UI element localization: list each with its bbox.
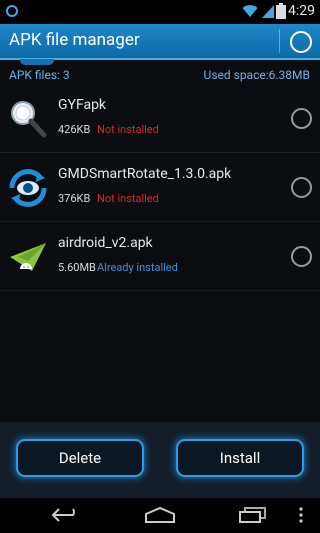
menu-tab[interactable] xyxy=(20,59,54,65)
signal-icon xyxy=(262,5,274,18)
battery-icon xyxy=(276,3,286,19)
wifi-icon xyxy=(242,5,258,18)
magnifier-icon xyxy=(11,101,47,138)
overflow-menu-icon[interactable] xyxy=(298,506,304,524)
delete-button[interactable]: Delete xyxy=(16,439,144,477)
title-bar: APK file manager xyxy=(0,24,320,60)
apk-count: APK files: 3 xyxy=(9,68,70,82)
clock: 4:29 xyxy=(288,3,315,19)
list-item[interactable]: airdroid_v2.apk 5.60MB Already installed xyxy=(0,222,320,291)
select-checkbox[interactable] xyxy=(291,246,312,267)
file-name: airdroid_v2.apk xyxy=(58,235,153,251)
back-icon[interactable] xyxy=(51,506,81,524)
list-item[interactable]: GMDSmartRotate_1.3.0.apk 376KB Not insta… xyxy=(0,153,320,222)
home-icon[interactable] xyxy=(144,506,176,524)
select-checkbox[interactable] xyxy=(291,177,312,198)
info-row: APK files: 3 Used space:6.38MB xyxy=(0,66,320,86)
apk-list: GYFapk 426KB Not installed GMDSmartRotat… xyxy=(0,84,320,291)
install-status: Already installed xyxy=(97,261,178,274)
action-panel: Delete Install xyxy=(0,422,320,498)
title-divider xyxy=(279,29,280,53)
list-item[interactable]: GYFapk 426KB Not installed xyxy=(0,84,320,153)
navigation-bar xyxy=(0,498,320,533)
page-title: APK file manager xyxy=(9,30,140,50)
install-button[interactable]: Install xyxy=(176,439,304,477)
recent-apps-icon[interactable] xyxy=(238,506,268,524)
file-size: 376KB xyxy=(58,192,91,205)
used-space: Used space:6.38MB xyxy=(203,68,310,82)
install-status: Not installed xyxy=(97,192,159,205)
app-notification-icon xyxy=(6,5,18,17)
paper-plane-android-icon xyxy=(10,243,46,271)
status-bar: 4:29 xyxy=(0,0,320,24)
select-checkbox[interactable] xyxy=(291,108,312,129)
select-all-checkbox[interactable] xyxy=(290,31,312,53)
file-size: 5.60MB xyxy=(58,261,96,274)
file-size: 426KB xyxy=(58,123,91,136)
rotate-eye-icon xyxy=(9,169,47,207)
file-name: GYFapk xyxy=(58,97,107,113)
install-status: Not installed xyxy=(97,123,159,136)
file-name: GMDSmartRotate_1.3.0.apk xyxy=(58,166,232,182)
